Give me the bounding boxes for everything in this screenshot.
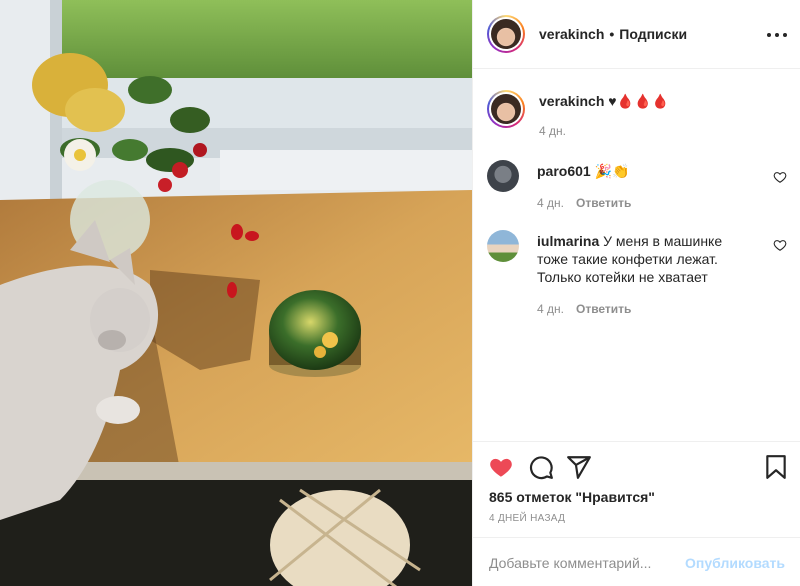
commenter-avatar[interactable] [487, 160, 519, 192]
comments-list[interactable]: verakinch ♥🩸🩸🩸 4 дн. paro601 🎉👏 4 дн. От… [473, 70, 800, 440]
caption-time[interactable]: 4 дн. [539, 122, 566, 140]
comment-text: 🎉👏 [594, 163, 630, 179]
publish-button[interactable]: Опубликовать [685, 555, 785, 571]
separator-dot: • [609, 26, 615, 42]
caption-avatar[interactable] [487, 90, 525, 128]
author-avatar[interactable] [487, 15, 525, 53]
reply-button[interactable]: Ответить [576, 194, 631, 212]
caption: verakinch ♥🩸🩸🩸 4 дн. [487, 90, 787, 140]
author-username[interactable]: verakinch [539, 26, 604, 42]
comment-icon[interactable] [528, 454, 554, 480]
more-dot [775, 33, 779, 37]
caption-line: verakinch ♥🩸🩸🩸 [539, 92, 759, 110]
comment-line: paro601 🎉👏 [537, 162, 757, 180]
post-header: verakinch • Подписки [473, 0, 800, 69]
comment-item: paro601 🎉👏 4 дн. Ответить [487, 160, 787, 212]
reply-button[interactable]: Ответить [576, 300, 631, 318]
comment-input[interactable] [489, 554, 686, 571]
comment-meta: 4 дн. Ответить [537, 194, 757, 212]
avatar-border [489, 17, 523, 51]
comment-like-icon[interactable] [773, 170, 787, 184]
comment-username[interactable]: paro601 [537, 163, 591, 179]
avatar-border [489, 92, 523, 126]
caption-body: verakinch ♥🩸🩸🩸 4 дн. [539, 90, 759, 140]
commenter-avatar[interactable] [487, 230, 519, 262]
following-link[interactable]: Подписки [619, 26, 687, 42]
photo-illustration [0, 0, 472, 586]
comment-body: iulmarina У меня в машинке тоже такие ко… [537, 230, 757, 318]
share-icon[interactable] [566, 454, 592, 480]
comment-time[interactable]: 4 дн. [537, 194, 564, 212]
more-options-icon[interactable] [767, 25, 787, 45]
post-timestamp[interactable]: 4 дней назад [489, 513, 565, 524]
likes-count[interactable]: 865 отметок "Нравится" [489, 489, 655, 505]
post-actions: 865 отметок "Нравится" 4 дней назад Опуб… [473, 441, 800, 586]
comment-compose: Опубликовать [473, 537, 800, 586]
comment-meta: 4 дн. Ответить [537, 300, 757, 318]
caption-meta: 4 дн. [539, 122, 759, 140]
avatar-image [491, 19, 521, 49]
comment-body: paro601 🎉👏 4 дн. Ответить [537, 160, 757, 212]
comment-like-icon[interactable] [773, 238, 787, 252]
header-text: verakinch • Подписки [539, 26, 687, 42]
more-dot [767, 33, 771, 37]
instagram-post: verakinch • Подписки verakinch ♥🩸🩸🩸 4 дн… [0, 0, 800, 586]
bookmark-icon[interactable] [763, 454, 789, 480]
caption-username[interactable]: verakinch [539, 93, 604, 109]
more-dot [783, 33, 787, 37]
comment-time[interactable]: 4 дн. [537, 300, 564, 318]
comment-line: iulmarina У меня в машинке тоже такие ко… [537, 232, 757, 286]
post-photo[interactable] [0, 0, 472, 586]
avatar-image [491, 94, 521, 124]
post-side-panel: verakinch • Подписки verakinch ♥🩸🩸🩸 4 дн… [472, 0, 800, 586]
caption-text: ♥🩸🩸🩸 [608, 93, 669, 109]
comment-item: iulmarina У меня в машинке тоже такие ко… [487, 230, 787, 318]
comment-username[interactable]: iulmarina [537, 233, 599, 249]
heart-icon[interactable] [488, 454, 514, 480]
